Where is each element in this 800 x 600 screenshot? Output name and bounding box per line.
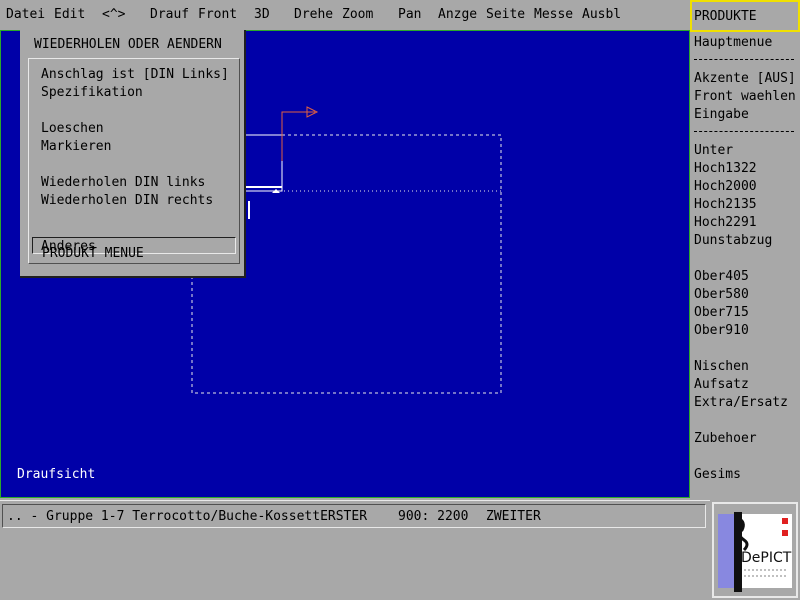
sidebar-item-gesims[interactable]: Gesims	[694, 466, 741, 483]
sidebar-item-front-waehlen[interactable]: Front waehlen	[694, 88, 796, 105]
sidebar-item-ober580[interactable]: Ober580	[694, 286, 749, 303]
sidebar-item-zubehoer[interactable]: Zubehoer	[694, 430, 757, 447]
status-group-text: .. - Gruppe 1-7 Terrocotto/Buche-Kossett…	[7, 509, 368, 524]
popup-item-produkt-menue[interactable]: PRODUKT MENUE	[42, 245, 144, 262]
sidebar-item-akzente[interactable]: Akzente [AUS]	[694, 70, 796, 87]
popup-item-anschlag[interactable]: Anschlag ist [DIN Links]	[41, 66, 229, 83]
sidebar-item-hoch2000[interactable]: Hoch2000	[694, 178, 757, 195]
popup-list: Anschlag ist [DIN Links] Spezifikation L…	[28, 58, 240, 264]
sidebar-header-label: PRODUKTE	[694, 9, 757, 24]
popup-item-loeschen[interactable]: Loeschen	[41, 120, 104, 137]
menu-front[interactable]: Front	[198, 7, 237, 22]
sidebar-item-ober910[interactable]: Ober910	[694, 322, 749, 339]
menu-drehe[interactable]: Drehe	[294, 7, 333, 22]
popup-title: WIEDERHOLEN ODER AENDERN	[34, 37, 222, 52]
direction-arrow	[281, 111, 315, 161]
menu-zoom[interactable]: Zoom	[342, 7, 373, 22]
popup-item-wiederholen-links[interactable]: Wiederholen DIN links	[41, 174, 205, 191]
menu-ausbl[interactable]: Ausbl	[582, 7, 621, 22]
popup-item-spezifikation[interactable]: Spezifikation	[41, 84, 143, 101]
popup-item-wiederholen-rechts[interactable]: Wiederholen DIN rechts	[41, 192, 213, 209]
sidebar-item-hauptmenue[interactable]: Hauptmenue	[694, 34, 772, 51]
menu-datei[interactable]: Datei	[6, 7, 45, 22]
menu-pan[interactable]: Pan	[398, 7, 421, 22]
sidebar-item-ober405[interactable]: Ober405	[694, 268, 749, 285]
sidebar-item-eingabe[interactable]: Eingabe	[694, 106, 749, 123]
sidebar-item-hoch2135[interactable]: Hoch2135	[694, 196, 757, 213]
status-field: .. - Gruppe 1-7 Terrocotto/Buche-Kossett…	[2, 504, 706, 528]
menu-seite[interactable]: Seite	[486, 7, 525, 22]
sidebar-item-hoch2291[interactable]: Hoch2291	[694, 214, 757, 231]
status-bar: .. - Gruppe 1-7 Terrocotto/Buche-Kossett…	[0, 500, 710, 531]
status-coords: 900: 2200	[398, 509, 469, 524]
menu-3d[interactable]: 3D	[254, 7, 270, 22]
menu-bar: Datei Edit <^> Drauf Front 3D Drehe Zoom…	[0, 0, 690, 31]
sidebar-separator	[694, 59, 794, 60]
sidebar-item-aufsatz[interactable]: Aufsatz	[694, 376, 749, 393]
menu-messe[interactable]: Messe	[534, 7, 573, 22]
popup-item-markieren[interactable]: Markieren	[41, 138, 111, 155]
menu-edit[interactable]: Edit	[54, 7, 85, 22]
sidebar-item-ober715[interactable]: Ober715	[694, 304, 749, 321]
sidebar-menu: Hauptmenue Akzente [AUS] Front waehlen E…	[690, 32, 800, 500]
sidebar-item-nischen[interactable]: Nischen	[694, 358, 749, 375]
logo-graphic: DePICT	[718, 512, 792, 592]
menu-anzge[interactable]: Anzge	[438, 7, 477, 22]
sidebar-header: PRODUKTE	[690, 0, 800, 32]
sidebar-item-extra-ersatz[interactable]: Extra/Ersatz	[694, 394, 788, 411]
depict-logo: DePICT	[712, 502, 798, 598]
sidebar-item-dunstabzug[interactable]: Dunstabzug	[694, 232, 772, 249]
sidebar-item-hoch1322[interactable]: Hoch1322	[694, 160, 757, 177]
context-popup: WIEDERHOLEN ODER AENDERN Anschlag ist [D…	[20, 30, 246, 278]
view-label: Draufsicht	[17, 467, 96, 482]
logo-text: DePICT	[741, 550, 792, 566]
sidebar-item-unter[interactable]: Unter	[694, 142, 733, 159]
menu-drauf[interactable]: Drauf	[150, 7, 189, 22]
sidebar-separator	[694, 131, 794, 132]
menu-nav[interactable]: <^>	[102, 7, 125, 22]
status-mode: ZWEITER	[486, 509, 541, 524]
